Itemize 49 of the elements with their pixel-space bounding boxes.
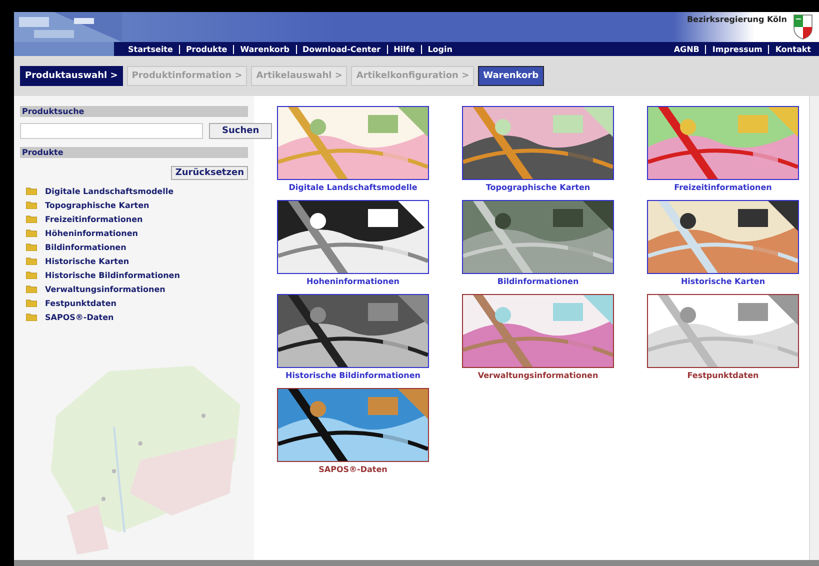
folder-icon	[26, 313, 37, 321]
reset-button[interactable]: Zurücksetzen	[171, 166, 248, 180]
product-link[interactable]: Freizeitinformationen	[674, 180, 772, 196]
product-link[interactable]: Bildinformationen	[497, 274, 579, 290]
organization-name: Bezirksregierung Köln	[686, 14, 788, 26]
product-link[interactable]: Hoheninformationen	[306, 274, 400, 290]
folder-icon	[26, 243, 37, 251]
folder-icon	[26, 299, 37, 307]
product-link[interactable]: SAPOS®-Daten	[45, 312, 114, 322]
coat-of-arms-icon	[793, 14, 813, 40]
product-link[interactable]: Topographische Karten	[486, 180, 590, 196]
product-link[interactable]: SAPOS®-Daten	[318, 462, 388, 478]
folder-icon	[26, 201, 37, 209]
product-link[interactable]: Historische Karten	[680, 274, 766, 290]
search-button[interactable]: Suchen	[209, 123, 272, 139]
nav-link[interactable]: Hilfe	[386, 44, 421, 54]
nav-link[interactable]: AGNB	[668, 44, 706, 54]
folder-icon	[26, 187, 37, 195]
folder-icon	[26, 271, 37, 279]
product-link[interactable]: Verwaltungsinformationen	[45, 284, 166, 294]
step-tab[interactable]: Produktauswahl >	[20, 66, 123, 86]
nav-link[interactable]: Login	[420, 44, 458, 54]
product-link[interactable]: Festpunktdaten	[687, 368, 759, 384]
product-link[interactable]: Historische Bildinformationen	[286, 368, 420, 384]
product-link[interactable]: Digitale Landschaftsmodelle	[45, 186, 174, 196]
section-title: Produktsuche	[20, 106, 248, 117]
step-tab[interactable]: Warenkorb	[478, 66, 544, 86]
folder-icon	[26, 215, 37, 223]
product-link[interactable]: Höheninformationen	[45, 228, 138, 238]
nav-link[interactable]: Warenkorb	[233, 44, 296, 54]
nav-link[interactable]: Kontakt	[768, 44, 817, 54]
scrollbar[interactable]	[809, 96, 819, 560]
folder-icon	[26, 229, 37, 237]
product-link[interactable]: Verwaltungsinformationen	[478, 368, 598, 384]
product-link[interactable]: Festpunktdaten	[45, 298, 116, 308]
search-field[interactable]	[20, 123, 203, 139]
product-link[interactable]: Digitale Landschaftsmodelle	[288, 180, 418, 196]
product-link[interactable]: Bildinformationen	[45, 242, 126, 252]
folder-icon	[26, 285, 37, 293]
product-link[interactable]: Historische Karten	[45, 256, 130, 266]
folder-icon	[26, 257, 37, 265]
product-link[interactable]: Historische Bildinformationen	[45, 270, 180, 280]
section-title: Produkte	[20, 147, 248, 158]
product-link[interactable]: Freizeitinformationen	[45, 214, 143, 224]
nav-link[interactable]: Produkte	[178, 44, 234, 54]
nav-link[interactable]: Download-Center	[296, 44, 387, 54]
nav-link[interactable]: Impressum	[705, 44, 768, 54]
product-link[interactable]: Topographische Karten	[45, 200, 150, 210]
nav-link[interactable]: Startseite	[122, 44, 179, 54]
